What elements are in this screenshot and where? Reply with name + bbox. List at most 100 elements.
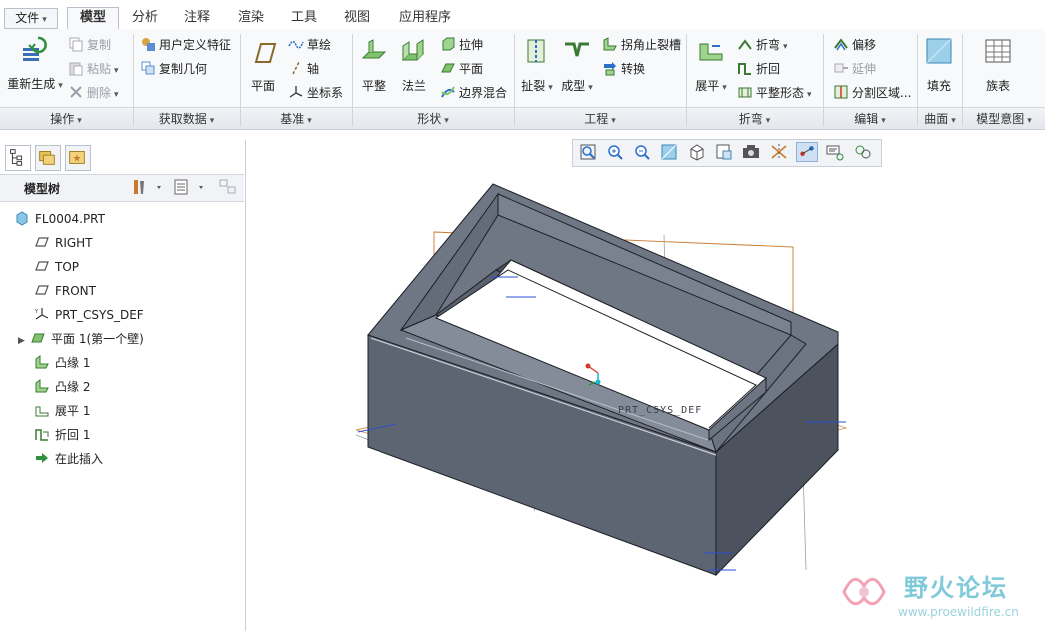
favorites-icon xyxy=(69,151,85,164)
tree-show-button[interactable] xyxy=(172,178,208,196)
folder-browser-tab[interactable] xyxy=(35,145,61,171)
unbend-label: 展平 ▾ xyxy=(695,79,727,93)
extrude-button[interactable]: 拉伸 xyxy=(440,35,483,55)
form-label: 成型 ▾ xyxy=(561,79,593,93)
group-label-operations[interactable]: 操作 ▾ xyxy=(0,110,132,126)
form-button[interactable]: 成型 ▾ xyxy=(558,36,596,94)
insert-arrow-icon xyxy=(36,453,48,463)
rip-label: 扯裂 ▾ xyxy=(521,79,553,93)
convert-button[interactable]: 转换 xyxy=(602,59,645,79)
bend-back-button[interactable]: 折回 xyxy=(737,59,780,79)
graphics-window[interactable]: PRT_CSYS_DEF xyxy=(246,130,1045,631)
flange-button[interactable]: 法兰 xyxy=(395,36,433,94)
group-label-get-data[interactable]: 获取数据 ▾ xyxy=(134,110,239,126)
group-label-surface[interactable]: 曲面 ▾ xyxy=(918,110,962,126)
delete-button[interactable]: 删除 ▾ xyxy=(68,83,119,103)
family-table-icon xyxy=(985,39,1011,63)
bendback-icon xyxy=(35,429,49,441)
tree-item-front[interactable]: FRONT xyxy=(34,281,96,301)
family-table-button[interactable]: 族表 xyxy=(976,36,1020,94)
unbend-button[interactable]: 展平 ▾ xyxy=(692,36,730,94)
regenerate-label: 重新生成 ▾ xyxy=(7,77,63,91)
group-label-model-intent[interactable]: 模型意图 ▾ xyxy=(963,110,1045,126)
flat-state-button[interactable]: 平整形态 ▾ xyxy=(737,83,812,103)
tab-model[interactable]: 模型 xyxy=(67,7,119,30)
csys-icon: Y xyxy=(34,308,49,320)
flange-label: 法兰 xyxy=(401,79,426,93)
flat-state-icon xyxy=(738,87,752,98)
tree-filter-button[interactable] xyxy=(218,178,238,196)
planar-button[interactable]: 平面 xyxy=(440,59,483,79)
delete-icon xyxy=(70,86,82,98)
datum-plane-icon xyxy=(35,261,49,271)
model-tree-tab[interactable] xyxy=(5,145,31,171)
expand-arrow-icon[interactable]: ▶ xyxy=(18,331,30,351)
extrude-icon xyxy=(442,37,455,51)
tab-annotate[interactable]: 注释 xyxy=(172,8,222,28)
group-label-shapes[interactable]: 形状 ▾ xyxy=(353,110,513,126)
tab-view[interactable]: 视图 xyxy=(332,8,382,28)
datum-plane-label: 平面 xyxy=(250,79,275,93)
tree-item-flat-wall[interactable]: ▶ 平面 1(第一个壁) xyxy=(18,329,144,349)
sketch-icon xyxy=(288,41,304,49)
datum-plane-icon xyxy=(35,285,49,295)
tree-item-flange-2[interactable]: 凸缘 2 xyxy=(34,377,90,397)
regenerate-button[interactable]: 重新生成 ▾ xyxy=(6,34,64,92)
fill-button[interactable]: 填充 xyxy=(920,36,958,94)
copy-geometry-icon xyxy=(141,61,155,75)
file-menu[interactable]: 文件 ▾ xyxy=(4,8,58,29)
tools-icon xyxy=(134,180,161,194)
tab-tools[interactable]: 工具 xyxy=(279,8,329,28)
unbend-icon xyxy=(699,43,723,61)
copy-button[interactable]: 复制 xyxy=(68,35,111,55)
group-label-datum[interactable]: 基准 ▾ xyxy=(241,110,351,126)
copy-geometry-button[interactable]: 复制几何 xyxy=(140,59,207,79)
paste-button[interactable]: 粘贴 ▾ xyxy=(68,59,119,79)
csys-button[interactable]: 坐标系 xyxy=(288,83,343,103)
tab-analysis[interactable]: 分析 xyxy=(120,8,170,28)
tree-item-bendback[interactable]: 折回 1 xyxy=(34,425,90,445)
tab-render[interactable]: 渲染 xyxy=(226,8,276,28)
group-label-bend[interactable]: 折弯 ▾ xyxy=(687,110,822,126)
bend-button[interactable]: 折弯 ▾ xyxy=(737,35,788,55)
extend-button[interactable]: 延伸 xyxy=(833,59,876,79)
udf-button[interactable]: 用户定义特征 xyxy=(140,35,231,55)
boundary-blend-button[interactable]: 边界混合 xyxy=(440,83,507,103)
csys-label: PRT_CSYS_DEF xyxy=(618,405,702,416)
tree-item-part[interactable]: FL0004.PRT xyxy=(14,209,105,229)
offset-button[interactable]: 偏移 xyxy=(833,35,876,55)
rip-button[interactable]: 扯裂 ▾ xyxy=(519,36,555,94)
boundary-blend-icon xyxy=(441,86,455,98)
folder-browser-icon xyxy=(39,151,55,165)
datum-plane-button[interactable]: 平面 xyxy=(245,38,281,94)
flat-wall-button[interactable]: 平整 xyxy=(355,36,393,94)
group-label-engineering[interactable]: 工程 ▾ xyxy=(515,110,685,126)
group-label-edit[interactable]: 编辑 ▾ xyxy=(824,110,916,126)
fill-label: 填充 xyxy=(926,79,951,93)
sheetmetal-part xyxy=(367,183,839,577)
unbend-icon xyxy=(35,406,49,417)
tab-applications[interactable]: 应用程序 xyxy=(386,8,464,28)
split-area-button[interactable]: 分割区域... xyxy=(833,83,911,103)
datum-plane-icon xyxy=(254,43,277,63)
tree-settings-button[interactable] xyxy=(130,178,166,196)
favorites-tab[interactable] xyxy=(65,145,91,171)
flange-icon xyxy=(401,39,425,61)
copy-icon xyxy=(69,37,83,52)
flat-wall-icon xyxy=(361,39,387,59)
tree-item-insert-here[interactable]: 在此插入 xyxy=(34,449,103,469)
flat-wall-icon xyxy=(31,333,45,343)
corner-relief-button[interactable]: 拐角止裂槽 xyxy=(602,35,681,55)
rip-icon xyxy=(527,39,545,63)
tree-item-flange-1[interactable]: 凸缘 1 xyxy=(34,353,90,373)
offset-icon xyxy=(834,38,848,51)
tree-item-right[interactable]: RIGHT xyxy=(34,233,93,253)
tree-item-csys[interactable]: Y PRT_CSYS_DEF xyxy=(34,305,144,325)
flat-wall-label: 平整 xyxy=(361,79,386,93)
tree-item-top[interactable]: TOP xyxy=(34,257,79,277)
tree-item-unbend[interactable]: 展平 1 xyxy=(34,401,90,421)
part-icon xyxy=(16,211,28,226)
csys-icon xyxy=(289,86,303,98)
axis-button[interactable]: 轴 xyxy=(288,59,319,79)
sketch-button[interactable]: 草绘 xyxy=(288,35,331,55)
